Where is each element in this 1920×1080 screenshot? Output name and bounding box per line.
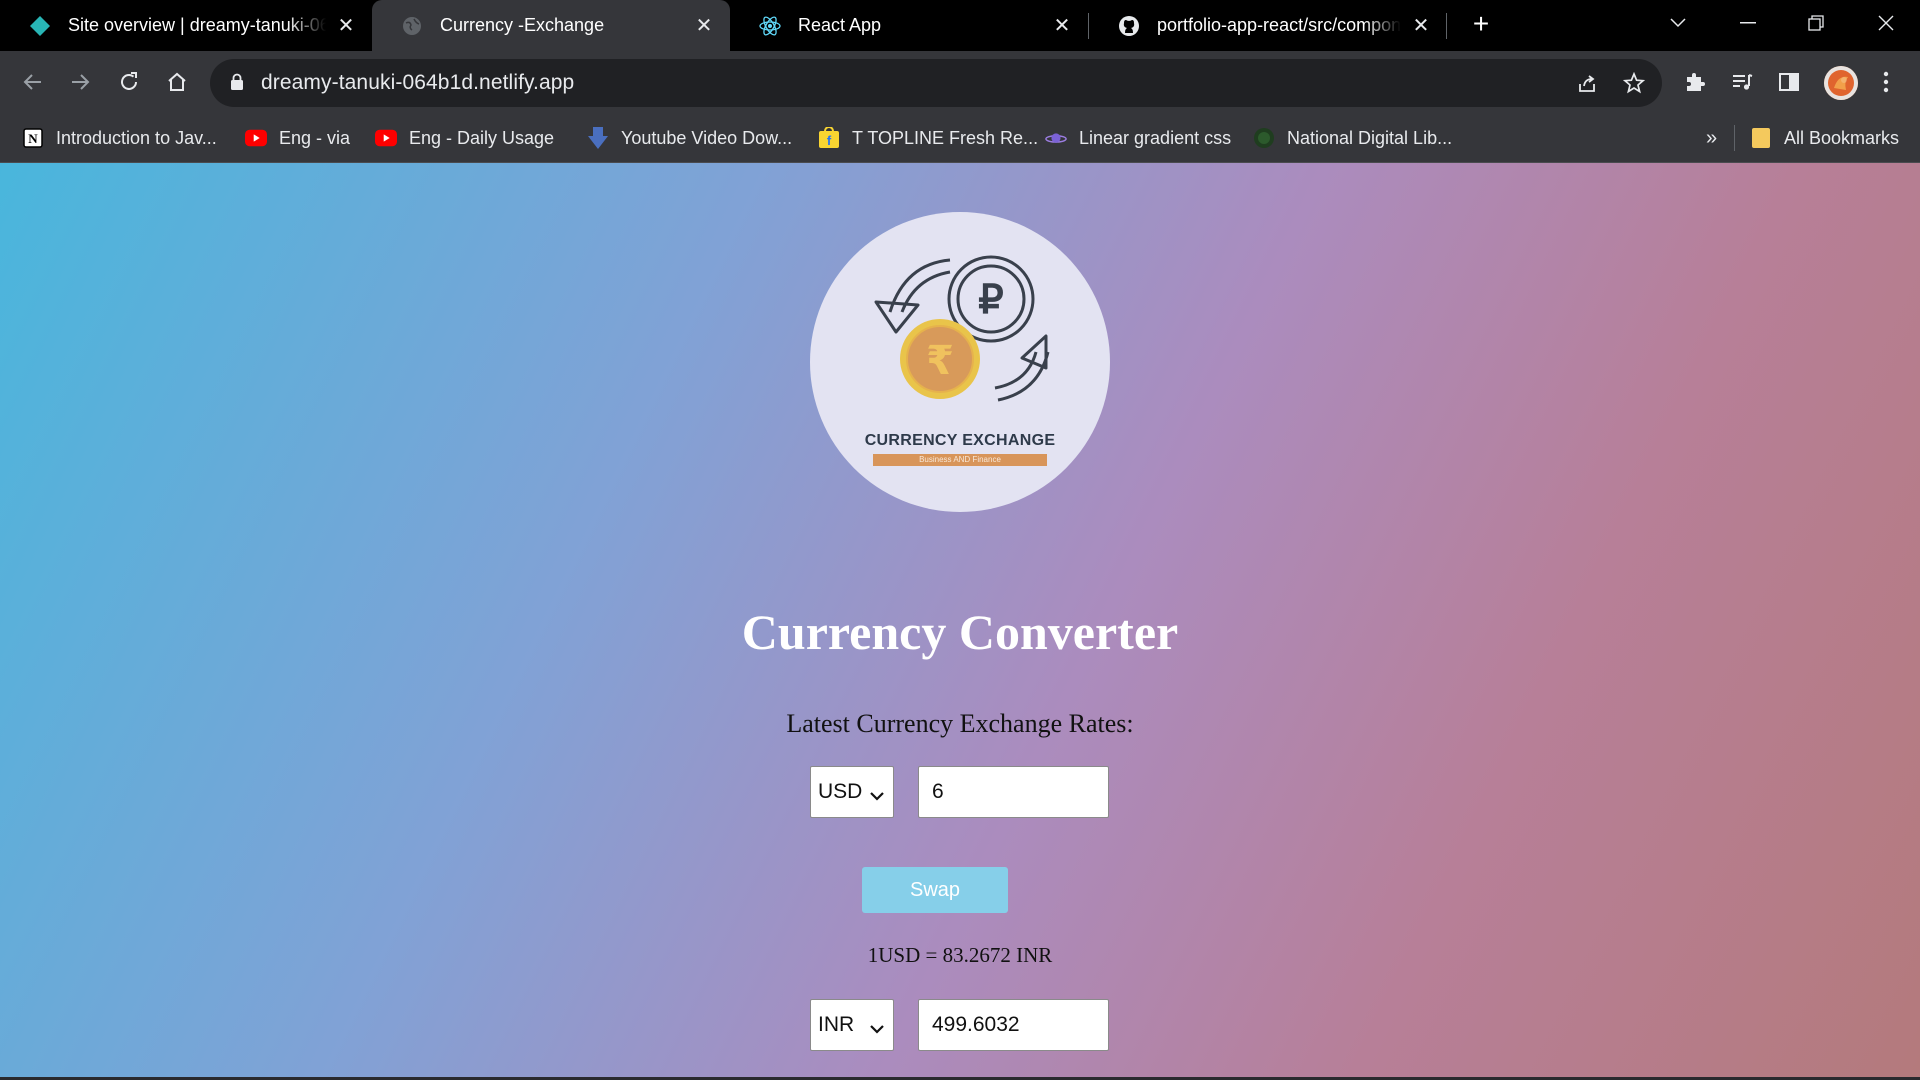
tab-github-portfolio[interactable]: portfolio-app-react/src/components ✕: [1089, 0, 1447, 51]
bookmark-item[interactable]: Linear gradient css: [1045, 124, 1231, 152]
swap-button[interactable]: Swap: [862, 867, 1008, 913]
logo-subtitle: Business AND Finance: [873, 454, 1047, 466]
from-amount-input[interactable]: 6: [918, 766, 1109, 818]
download-arrow-icon: [587, 127, 609, 149]
chevron-down-icon: [869, 1017, 885, 1041]
to-amount-input[interactable]: 499.6032: [918, 999, 1109, 1051]
profile-avatar[interactable]: [1824, 66, 1858, 100]
to-currency-value: INR: [818, 1013, 855, 1036]
react-logo-icon: [758, 14, 782, 38]
tab-title: Site overview | dreamy-tanuki-064b1d: [68, 15, 326, 35]
tab-separator: [1446, 13, 1447, 39]
globe-icon: [400, 14, 424, 38]
page-title: Currency Converter: [741, 604, 1179, 660]
planet-icon: [1045, 127, 1067, 149]
bookmark-label: Introduction to Jav...: [56, 127, 217, 148]
all-bookmarks-button[interactable]: All Bookmarks: [1750, 124, 1899, 152]
back-arrow-icon[interactable]: [16, 65, 50, 99]
bookmark-label: Linear gradient css: [1079, 127, 1232, 148]
svg-text:N: N: [28, 131, 38, 146]
tab-react-app[interactable]: React App ✕: [730, 0, 1088, 51]
chevron-down-icon: [869, 784, 885, 808]
bookmark-label: National Digital Lib...: [1287, 127, 1453, 148]
new-tab-plus-icon[interactable]: +: [1466, 10, 1496, 40]
notion-icon: N: [22, 127, 44, 149]
home-icon[interactable]: [160, 65, 194, 99]
share-icon[interactable]: [1574, 70, 1600, 96]
bookmarks-overflow-chevron[interactable]: »: [1706, 124, 1717, 152]
media-controls-icon[interactable]: [1726, 66, 1758, 98]
currency-exchange-logo: ₽ ₹ CURRENCY EXCHANGE Business AND Finan…: [810, 212, 1110, 512]
bookmark-item[interactable]: National Digital Lib...: [1253, 124, 1452, 152]
youtube-icon: [245, 127, 267, 149]
bookmark-item[interactable]: N Introduction to Jav...: [22, 124, 217, 152]
rates-subheading: Latest Currency Exchange Rates:: [786, 709, 1134, 738]
svg-text:₹: ₹: [926, 338, 954, 384]
bookmarks-bar: N Introduction to Jav... Eng - via Eng -…: [0, 113, 1920, 163]
bookmark-label: Eng - via: [279, 127, 351, 148]
youtube-icon: [375, 127, 397, 149]
tab-title: React App: [798, 15, 882, 35]
tab-title: Currency -Exchange: [440, 15, 605, 35]
github-icon: [1117, 14, 1141, 38]
from-currency-select[interactable]: USD: [810, 766, 894, 818]
url-text[interactable]: dreamy-tanuki-064b1d.netlify.app: [261, 71, 574, 95]
tab-currency-exchange[interactable]: Currency -Exchange ✕: [372, 0, 730, 51]
exchange-arrows-icon: ₽ ₹: [874, 255, 1050, 402]
browser-toolbar: dreamy-tanuki-064b1d.netlify.app: [0, 51, 1920, 113]
bookmark-label: Eng - Daily Usage: [409, 127, 555, 148]
bookmark-item[interactable]: f T TOPLINE Fresh Re...: [818, 124, 1038, 152]
close-tab-icon[interactable]: ✕: [1409, 14, 1433, 38]
menu-kebab-icon[interactable]: [1870, 66, 1902, 98]
bookmark-label: T TOPLINE Fresh Re...: [852, 127, 1039, 148]
restore-window-icon[interactable]: [1790, 0, 1842, 45]
address-bar[interactable]: dreamy-tanuki-064b1d.netlify.app: [210, 59, 1662, 107]
bookmarks-separator: [1734, 125, 1735, 151]
close-tab-icon[interactable]: ✕: [1050, 14, 1074, 38]
to-currency-select[interactable]: INR: [810, 999, 894, 1051]
reload-icon[interactable]: [112, 65, 146, 99]
tab-search-chevron-icon[interactable]: [1652, 0, 1704, 45]
from-currency-value: USD: [818, 780, 863, 803]
all-bookmarks-label: All Bookmarks: [1784, 127, 1900, 148]
bookmark-item[interactable]: Eng - Daily Usage: [375, 124, 554, 152]
bookmark-item[interactable]: Eng - via: [245, 124, 350, 152]
logo-title: CURRENCY EXCHANGE: [864, 432, 1056, 449]
bookmark-item[interactable]: Youtube Video Dow...: [587, 124, 792, 152]
close-window-icon[interactable]: [1860, 0, 1912, 45]
to-amount-value: 499.6032: [932, 1013, 1020, 1036]
svg-text:₽: ₽: [978, 278, 1003, 322]
exchange-rate-text: 1USD = 83.2672 INR: [867, 943, 1053, 967]
close-tab-icon[interactable]: ✕: [334, 14, 358, 38]
tab-strip: Site overview | dreamy-tanuki-064b1d ✕ C…: [0, 0, 1920, 51]
flipkart-icon: f: [818, 127, 840, 149]
library-icon: [1253, 127, 1275, 149]
minimize-icon[interactable]: [1722, 0, 1774, 45]
lock-icon[interactable]: [230, 73, 244, 96]
bookmark-star-icon[interactable]: [1621, 70, 1647, 96]
bookmark-label: Youtube Video Dow...: [621, 127, 793, 148]
svg-text:f: f: [827, 133, 832, 148]
close-tab-icon[interactable]: ✕: [692, 14, 716, 38]
extensions-puzzle-icon[interactable]: [1679, 66, 1711, 98]
tab-title: portfolio-app-react/src/components: [1157, 15, 1401, 35]
folder-icon: [1750, 127, 1772, 149]
side-panel-icon[interactable]: [1773, 66, 1805, 98]
from-amount-value: 6: [932, 780, 944, 803]
forward-arrow-icon[interactable]: [63, 65, 97, 99]
tab-site-overview[interactable]: Site overview | dreamy-tanuki-064b1d ✕: [0, 0, 372, 51]
netlify-diamond-icon: [28, 14, 52, 38]
page-content: ₽ ₹ CURRENCY EXCHANGE Business AND Finan…: [0, 163, 1920, 1080]
